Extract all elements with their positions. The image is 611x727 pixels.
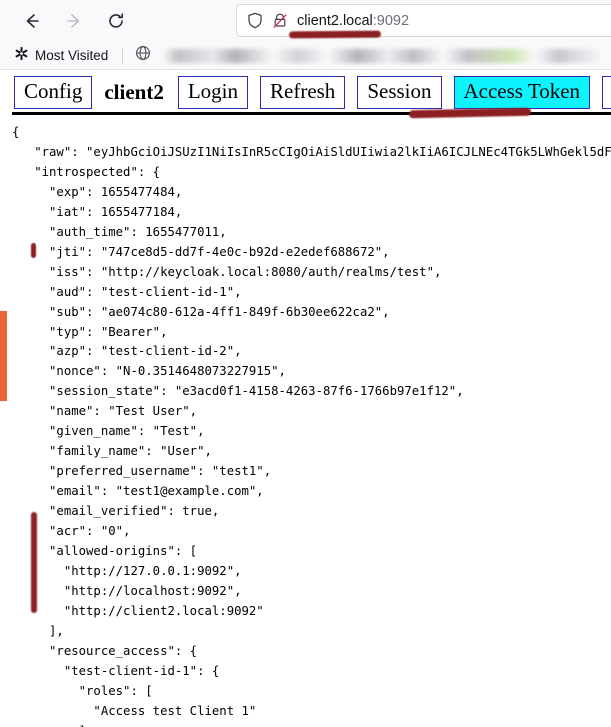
redacted-bookmark-labels [163, 48, 611, 63]
config-button[interactable]: Config [14, 76, 93, 109]
browser-navigation-bar: client2.local:9092 [0, 0, 611, 42]
forward-button[interactable] [58, 5, 90, 37]
url-text: client2.local:9092 [297, 13, 409, 29]
access-token-button[interactable]: Access Token [453, 76, 591, 109]
address-bar[interactable]: client2.local:9092 [236, 4, 611, 37]
bookmark-most-visited[interactable]: Most Visited [8, 45, 114, 67]
shield-icon[interactable] [247, 12, 263, 29]
login-button[interactable]: Login [177, 76, 248, 109]
page-title: client2 [104, 80, 164, 104]
back-button[interactable] [16, 5, 48, 37]
session-button[interactable]: Session [357, 76, 442, 109]
token-json-text: { "raw": "eyJhbGciOiJSUzI1NiIsInR5cCIgOi… [12, 125, 611, 727]
refresh-button[interactable]: Refresh [260, 76, 346, 109]
reload-button[interactable] [100, 5, 132, 37]
reload-icon [107, 12, 125, 30]
bookmark-redacted-group[interactable] [129, 45, 611, 67]
url-host: client2.local [297, 12, 373, 29]
bookmarks-toolbar: Most Visited [0, 42, 611, 70]
lock-crossed-insecure-icon[interactable] [272, 12, 288, 29]
forward-arrow-icon [65, 12, 83, 30]
id-token-button[interactable]: ID Toke [602, 76, 611, 109]
app-navigation-buttons: Config client2 Login Refresh Session Acc… [0, 70, 611, 115]
token-json-viewer: { "raw": "eyJhbGciOiJSUzI1NiIsInR5cCIgOi… [0, 115, 611, 727]
globe-icon [135, 45, 151, 66]
bookmarks-separator [122, 47, 124, 64]
gear-icon [14, 46, 29, 66]
bookmark-most-visited-label: Most Visited [35, 48, 109, 63]
url-port: :9092 [372, 12, 410, 29]
browser-chrome: client2.local:9092 Most Visited [0, 0, 611, 70]
back-arrow-icon [23, 12, 41, 30]
